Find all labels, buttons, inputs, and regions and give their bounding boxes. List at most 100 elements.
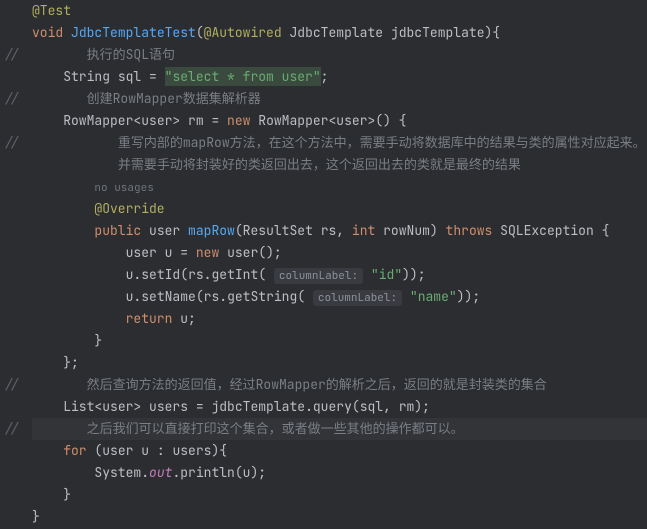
call-setname: setName [141, 288, 196, 305]
type-user: user [141, 112, 172, 129]
string-literal: "select * from user" [165, 67, 321, 86]
gutter-mark [0, 176, 30, 198]
code-line[interactable]: }; [32, 352, 647, 374]
gutter-mark [0, 462, 30, 484]
type-jdbctemplate: JdbcTemplate [289, 24, 383, 41]
gutter-mark [0, 330, 30, 352]
type-user: user [227, 244, 258, 261]
var-u: u [126, 266, 134, 283]
comment: 然后查询方法的返回值，经过RowMapper的解析之后，返回的就是封装类的集合 [87, 376, 547, 393]
var-users: users [149, 398, 188, 415]
code-editor[interactable]: // // // // // @Test void JdbcTemplateTe… [0, 0, 647, 529]
code-line[interactable]: 创建RowMapper数据集解析器 [32, 88, 647, 110]
annotation-override: @Override [94, 200, 164, 217]
code-line[interactable]: u.setId(rs.getInt( columnLabel: "id")); [32, 264, 647, 286]
comment: 创建RowMapper数据集解析器 [87, 90, 261, 107]
type-user: user [102, 398, 133, 415]
keyword-public: public [94, 222, 141, 239]
comment: 并需要手动将封装好的类返回出去，这个返回出去的类就是最终的结果 [118, 156, 521, 173]
method-name: JdbcTemplateTest [71, 24, 196, 41]
code-line[interactable]: } [32, 484, 647, 506]
var-sql: sql [118, 68, 141, 85]
annotation-autowired: @Autowired [204, 24, 282, 41]
code-line[interactable]: } [32, 330, 647, 352]
param-rs: rs [321, 222, 337, 239]
code-line[interactable]: return u; [32, 308, 647, 330]
code-line[interactable]: void JdbcTemplateTest(@Autowired JdbcTem… [32, 22, 647, 44]
keyword-new: new [196, 244, 219, 261]
keyword-throws: throws [446, 222, 493, 239]
keyword-return: return [126, 310, 173, 327]
type-system: System [94, 464, 141, 481]
param-label: columnLabel: [274, 268, 363, 284]
code-line[interactable]: 之后我们可以直接打印这个集合，或者做一些其他的操作都可以。 [32, 418, 647, 440]
code-line[interactable]: user u = new user(); [32, 242, 647, 264]
code-line[interactable]: no usages [32, 176, 647, 198]
keyword-int: int [352, 222, 375, 239]
gutter: // // // // // [0, 0, 30, 529]
gutter-mark: // [0, 88, 30, 110]
code-line[interactable]: 执行的SQL语句 [32, 44, 647, 66]
gutter-mark [0, 396, 30, 418]
type-sqlexception: SQLException [500, 222, 594, 239]
var-rm: rm [399, 398, 415, 415]
var-u: u [126, 288, 134, 305]
code-line[interactable]: 并需要手动将封装好的类返回出去，这个返回出去的类就是最终的结果 [32, 154, 647, 176]
code-line[interactable]: } [32, 506, 647, 528]
code-area[interactable]: @Test void JdbcTemplateTest(@Autowired J… [30, 0, 647, 529]
param-label: columnLabel: [313, 290, 402, 306]
hint-no-usages: no usages [94, 181, 153, 195]
gutter-mark [0, 66, 30, 88]
gutter-mark [0, 308, 30, 330]
gutter-mark [0, 352, 30, 374]
gutter-mark [0, 242, 30, 264]
code-line[interactable]: List<user> users = jdbcTemplate.query(sq… [32, 396, 647, 418]
code-line[interactable]: String sql = "select * from user"; [32, 66, 647, 88]
code-line[interactable]: public user mapRow(ResultSet rs, int row… [32, 220, 647, 242]
var-rm: rm [188, 112, 204, 129]
code-line[interactable]: 然后查询方法的返回值，经过RowMapper的解析之后，返回的就是封装类的集合 [32, 374, 647, 396]
gutter-mark [0, 154, 30, 176]
gutter-mark: // [0, 44, 30, 66]
type-resultset: ResultSet [243, 222, 313, 239]
string-literal: "id" [371, 266, 402, 283]
method-maprow: mapRow [188, 222, 235, 239]
gutter-mark [0, 264, 30, 286]
string-literal: "name" [410, 288, 457, 305]
call-query: query [313, 398, 352, 415]
var-u: u [243, 464, 251, 481]
gutter-mark: // [0, 132, 30, 154]
code-line[interactable]: 重写内部的mapRow方法，在这个方法中，需要手动将数据库中的结果与类的属性对应… [32, 132, 647, 154]
param-rownum: rowNum [383, 222, 430, 239]
gutter-mark [0, 22, 30, 44]
code-line[interactable]: u.setName(rs.getString( columnLabel: "na… [32, 286, 647, 308]
gutter-mark [0, 484, 30, 506]
type-user: user [149, 222, 180, 239]
gutter-mark: // [0, 418, 30, 440]
var-users: users [172, 442, 211, 459]
code-line[interactable]: for (user u : users){ [32, 440, 647, 462]
code-line[interactable]: System.out.println(u); [32, 462, 647, 484]
field-out: out [149, 464, 172, 481]
gutter-mark [0, 440, 30, 462]
keyword-void: void [32, 24, 63, 41]
code-line[interactable]: @Test [32, 0, 647, 22]
gutter-mark [0, 0, 30, 22]
code-line[interactable]: @Override [32, 198, 647, 220]
call-setid: setId [141, 266, 180, 283]
type-user: user [102, 442, 133, 459]
type-string: String [63, 68, 110, 85]
gutter-mark: // [0, 374, 30, 396]
var-u: u [165, 244, 173, 261]
param-name: jdbcTemplate [391, 24, 485, 41]
keyword-new: new [227, 112, 250, 129]
var-u: u [141, 442, 149, 459]
call-getint: getInt [211, 266, 258, 283]
gutter-mark [0, 220, 30, 242]
comment: 之后我们可以直接打印这个集合，或者做一些其他的操作都可以。 [87, 420, 464, 437]
annotation-test: @Test [32, 2, 71, 19]
code-line[interactable]: RowMapper<user> rm = new RowMapper<user>… [32, 110, 647, 132]
gutter-mark [0, 198, 30, 220]
type-user: user [336, 112, 367, 129]
type-rowmapper: RowMapper [258, 112, 328, 129]
